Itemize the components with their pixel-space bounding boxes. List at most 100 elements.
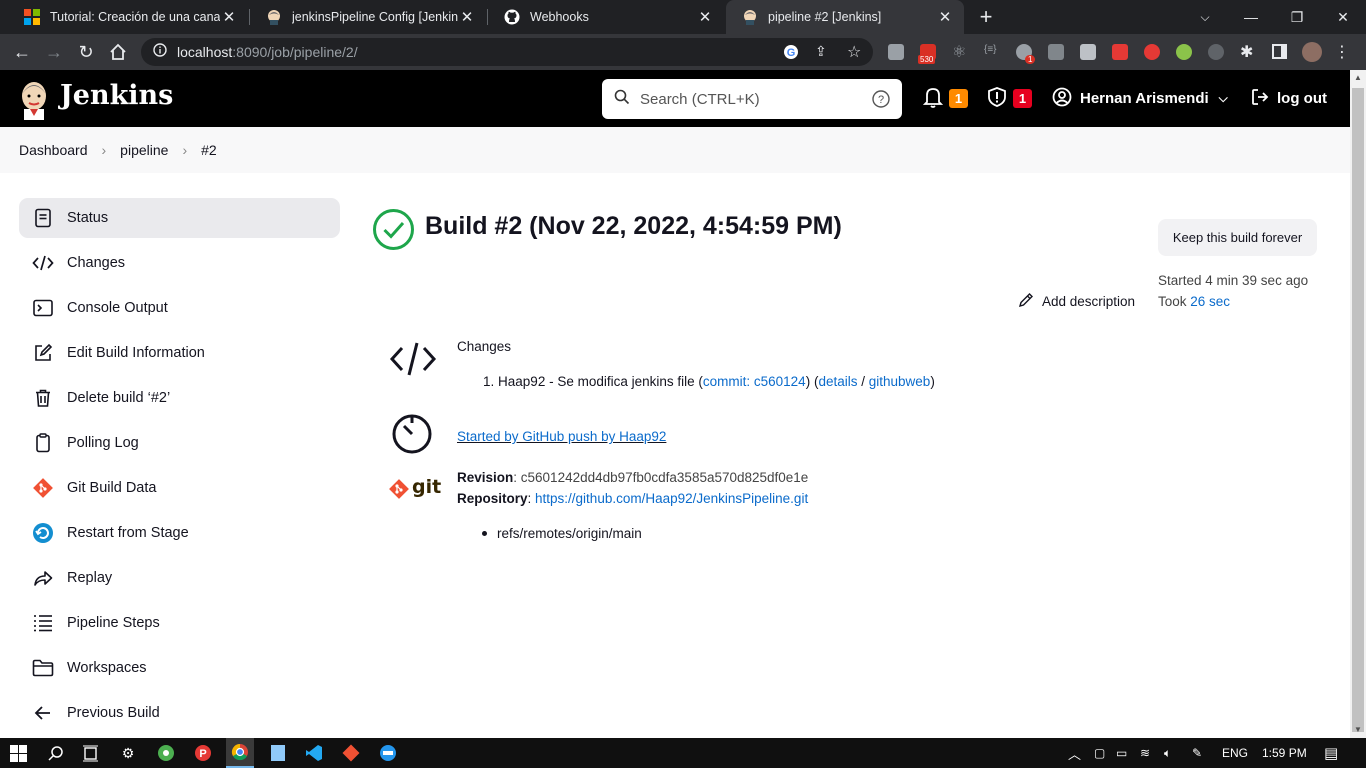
shield-extension-icon[interactable]: [1080, 44, 1096, 60]
sidebar-item-previous-build[interactable]: Previous Build: [19, 693, 340, 733]
build-cause-link[interactable]: Started by GitHub push by Haap92: [457, 429, 666, 444]
tab-close-icon[interactable]: ✕: [696, 8, 714, 26]
vscode-icon[interactable]: [304, 743, 324, 763]
sidebar-item-restart-from-stage[interactable]: Restart from Stage: [19, 513, 340, 553]
task-view-icon[interactable]: [80, 743, 100, 763]
tab-close-icon[interactable]: ✕: [458, 8, 476, 26]
tray-icon[interactable]: ▢: [1094, 738, 1105, 768]
profile-avatar[interactable]: [1302, 42, 1322, 62]
wifi-icon[interactable]: ≋: [1140, 738, 1150, 768]
user-menu[interactable]: Hernan Arismendi ⌵: [1052, 70, 1228, 127]
app-icon[interactable]: [156, 743, 176, 763]
breadcrumb-build[interactable]: #2: [201, 142, 217, 158]
side-panel-icon[interactable]: [1272, 44, 1287, 59]
menu-kebab-icon[interactable]: ⋮: [1334, 42, 1350, 62]
lock-extension-icon[interactable]: [1048, 44, 1064, 60]
sidebar-item-edit-build-information[interactable]: Edit Build Information: [19, 333, 340, 373]
clock[interactable]: 1:59 PM: [1262, 738, 1307, 768]
extension-icon[interactable]: {≡}: [984, 44, 997, 55]
details-link[interactable]: details: [818, 374, 857, 389]
add-description-button[interactable]: Add description: [1018, 292, 1135, 311]
sidebar-item-workspaces[interactable]: Workspaces: [19, 648, 340, 688]
tab-close-icon[interactable]: ✕: [936, 8, 954, 26]
scroll-thumb[interactable]: [1352, 88, 1364, 732]
language-indicator[interactable]: ENG: [1222, 738, 1248, 768]
search-help-icon[interactable]: ?: [872, 90, 890, 113]
svg-text:G: G: [787, 47, 796, 59]
page-scrollbar[interactable]: ▲ ▼: [1350, 70, 1366, 738]
bell-icon: [922, 86, 944, 112]
sidebar-item-delete-build[interactable]: Delete build ‘#2’: [19, 378, 340, 418]
add-description-label: Add description: [1042, 294, 1136, 309]
extension-icon[interactable]: [888, 44, 904, 60]
githubweb-link[interactable]: githubweb: [869, 374, 931, 389]
extension-icon[interactable]: [1112, 44, 1128, 60]
sidebar-item-changes[interactable]: Changes: [19, 243, 340, 283]
tab-search-chevron-icon[interactable]: ⌵: [1182, 0, 1228, 34]
notifications-button[interactable]: 1: [922, 70, 968, 127]
scroll-up-arrow-icon[interactable]: ▲: [1350, 70, 1366, 86]
chevron-down-icon[interactable]: ⌵: [1219, 91, 1228, 106]
tray-chevron-up-icon[interactable]: ︿: [1068, 738, 1081, 768]
search-icon[interactable]: [45, 743, 65, 763]
new-tab-button[interactable]: +: [964, 0, 1008, 34]
notification-center-icon[interactable]: ▤: [1324, 738, 1338, 768]
extensions-puzzle-icon[interactable]: ✱: [1240, 42, 1253, 62]
sidebar-item-git-build-data[interactable]: Git Build Data: [19, 468, 340, 508]
pen-icon[interactable]: ✎: [1192, 738, 1202, 768]
keep-build-forever-button[interactable]: Keep this build forever: [1158, 219, 1317, 256]
bookmark-star-icon[interactable]: ☆: [847, 42, 861, 62]
browser-tab-1[interactable]: Tutorial: Creación de una canaliz ✕: [8, 0, 248, 34]
back-button[interactable]: ←: [8, 38, 36, 66]
changes-heading: Changes: [457, 339, 512, 354]
restore-button[interactable]: ❐: [1274, 0, 1320, 34]
share-icon[interactable]: ⇪: [815, 43, 827, 60]
extension-icon[interactable]: [1176, 44, 1192, 60]
tab-close-icon[interactable]: ✕: [220, 8, 238, 26]
chrome-taskbar-icon[interactable]: [226, 738, 254, 768]
google-icon[interactable]: G: [783, 44, 799, 65]
react-devtools-icon[interactable]: ⚛: [952, 42, 966, 62]
build-duration: Took 26 sec: [1158, 294, 1230, 309]
app-icon[interactable]: P: [193, 743, 213, 763]
security-button[interactable]: 1: [987, 70, 1032, 127]
jenkins-logo[interactable]: [18, 78, 50, 125]
breadcrumb-dashboard[interactable]: Dashboard: [19, 142, 88, 158]
search-box[interactable]: Search (CTRL+K) ?: [602, 79, 902, 119]
app-icon[interactable]: ⚙: [118, 743, 138, 763]
browser-tab-2[interactable]: jenkinsPipeline Config [Jenkins] ✕: [250, 0, 486, 34]
sidebar-item-replay[interactable]: Replay: [19, 558, 340, 598]
sidebar-item-console-output[interactable]: Console Output: [19, 288, 340, 328]
sidebar-item-polling-log[interactable]: Polling Log: [19, 423, 340, 463]
windows-start-icon[interactable]: [8, 743, 28, 763]
jenkins-brand[interactable]: Jenkins: [60, 80, 173, 111]
security-badge: 1: [1013, 89, 1032, 108]
logout-link[interactable]: log out: [1250, 70, 1327, 127]
app-icon[interactable]: [268, 743, 288, 763]
sidebar-item-pipeline-steps[interactable]: Pipeline Steps: [19, 603, 340, 643]
address-bar[interactable]: localhost:8090/job/pipeline/2/ G ⇪ ☆: [141, 38, 873, 66]
reload-button[interactable]: ↻: [72, 38, 100, 66]
minimize-button[interactable]: —: [1228, 0, 1274, 34]
duration-link[interactable]: 26 sec: [1190, 294, 1230, 309]
battery-icon[interactable]: ▭: [1116, 738, 1127, 768]
site-info-icon[interactable]: [153, 42, 167, 62]
browser-tab-4[interactable]: pipeline #2 [Jenkins] ✕: [726, 0, 964, 34]
commit-link[interactable]: commit: c560124: [703, 374, 806, 389]
search-input[interactable]: Search (CTRL+K): [640, 91, 760, 108]
extension-icon[interactable]: [1208, 44, 1224, 60]
home-button[interactable]: [104, 38, 132, 66]
breadcrumb-pipeline[interactable]: pipeline: [120, 142, 168, 158]
sidebar-item-status[interactable]: Status: [19, 198, 340, 238]
git-logo-text: git: [412, 476, 442, 498]
forward-button[interactable]: →: [40, 38, 68, 66]
browser-tab-3[interactable]: Webhooks ✕: [488, 0, 724, 34]
git-bash-icon[interactable]: [341, 743, 361, 763]
repository-link[interactable]: https://github.com/Haap92/JenkinsPipelin…: [535, 491, 808, 506]
volume-icon[interactable]: 🔈︎: [1164, 738, 1171, 768]
extension-icon[interactable]: [1144, 44, 1160, 60]
close-window-button[interactable]: ✕: [1320, 0, 1366, 34]
scroll-down-arrow-icon[interactable]: ▼: [1350, 722, 1366, 738]
sidebar-item-label: Git Build Data: [67, 480, 157, 496]
docker-icon[interactable]: [378, 743, 398, 763]
